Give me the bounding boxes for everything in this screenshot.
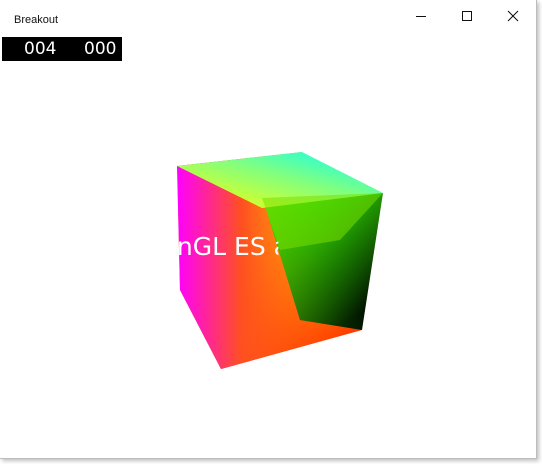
window-title: Breakout [14, 14, 59, 26]
maximize-icon [462, 11, 472, 21]
rgb-cube [177, 152, 383, 369]
minimize-icon [416, 16, 426, 17]
title-bar[interactable]: Breakout [0, 0, 536, 32]
game-viewport[interactable]: OpenGL ES and XAML [0, 32, 536, 458]
close-button[interactable] [490, 0, 536, 32]
maximize-button[interactable] [444, 0, 490, 32]
app-window: Breakout 004 000 OpenGL ES and XAML [0, 0, 537, 459]
minimize-button[interactable] [398, 0, 444, 32]
close-icon [507, 10, 519, 22]
